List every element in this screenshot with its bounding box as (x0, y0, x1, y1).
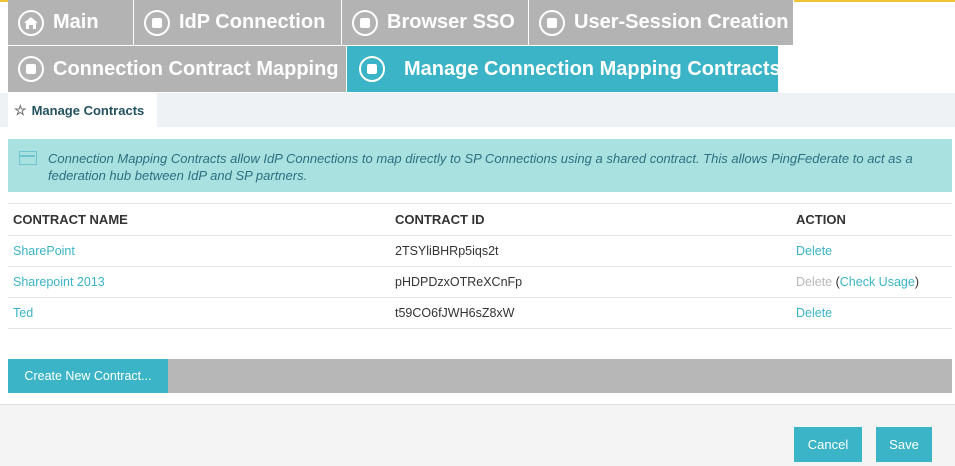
circle-square-icon (539, 9, 565, 36)
subtab-label: Manage Contracts (31, 102, 145, 118)
table-header-row: CONTRACT NAME CONTRACT ID ACTION (8, 203, 952, 236)
column-header-contract-id: CONTRACT ID (390, 203, 791, 236)
tab-label: Manage Connection Mapping Contracts (404, 57, 781, 80)
circle-square-icon (18, 56, 44, 82)
table-row: Sharepoint 2013 pHDPDzxOTReXCnFp Delete … (8, 266, 952, 298)
wizard-tabs-row-1: Main IdP Connection Browser SSO User-Ses… (8, 0, 794, 46)
tab-label: Connection Contract Mapping (53, 57, 339, 80)
save-button[interactable]: Save (876, 427, 932, 462)
tab-main[interactable]: Main (8, 0, 134, 46)
contract-id: t59CO6fJWH6sZ8xW (390, 297, 791, 329)
contracts-table: CONTRACT NAME CONTRACT ID ACTION SharePo… (8, 203, 952, 329)
tab-label: User-Session Creation (574, 11, 789, 33)
sub-navigation: ☆ Manage Contracts (0, 93, 955, 127)
table-row: Ted t59CO6fJWH6sZ8xW Delete (8, 297, 952, 329)
tab-manage-connection-mapping-contracts[interactable]: Manage Connection Mapping Contracts (347, 46, 781, 93)
contract-name-link[interactable]: Sharepoint 2013 (13, 275, 105, 289)
contract-name-link[interactable]: Ted (13, 306, 33, 320)
create-new-contract-button[interactable]: Create New Contract... (8, 359, 168, 393)
tab-connection-contract-mapping[interactable]: Connection Contract Mapping (8, 46, 347, 93)
tab-browser-sso[interactable]: Browser SSO (342, 0, 529, 46)
column-header-action: ACTION (791, 203, 952, 236)
cancel-button[interactable]: Cancel (794, 427, 862, 462)
star-icon: ☆ (14, 101, 27, 118)
tab-label: IdP Connection (179, 11, 326, 33)
circle-square-icon (352, 9, 378, 36)
footer-bar: Cancel Save (0, 404, 955, 466)
paren-close: ) (914, 275, 919, 289)
paren-open: ( (832, 275, 840, 289)
table-actions-bar: Create New Contract... (8, 359, 952, 393)
wizard-tabs-row-2: Connection Contract Mapping Manage Conne… (8, 46, 781, 93)
delete-link[interactable]: Delete (796, 306, 832, 320)
circle-square-icon (359, 56, 385, 82)
home-icon (18, 9, 44, 36)
tab-user-session-creation[interactable]: User-Session Creation (529, 0, 794, 46)
tab-idp-connection[interactable]: IdP Connection (134, 0, 342, 46)
tab-label: Browser SSO (387, 11, 515, 33)
contract-name-link[interactable]: SharePoint (13, 244, 75, 258)
column-header-contract-name: CONTRACT NAME (8, 203, 390, 236)
info-banner: Connection Mapping Contracts allow IdP C… (8, 139, 952, 192)
contract-id: 2TSYliBHRp5iqs2t (390, 235, 791, 267)
circle-square-icon (144, 9, 170, 36)
check-usage-link[interactable]: Check Usage (840, 275, 915, 289)
delete-link-disabled: Delete (796, 275, 833, 289)
table-row: SharePoint 2TSYliBHRp5iqs2t Delete (8, 235, 952, 267)
info-text: Connection Mapping Contracts allow IdP C… (48, 151, 913, 183)
subtab-manage-contracts[interactable]: ☆ Manage Contracts (8, 93, 157, 127)
info-icon (19, 151, 37, 165)
delete-link[interactable]: Delete (796, 244, 832, 258)
tab-label: Main (53, 11, 99, 33)
contract-id: pHDPDzxOTReXCnFp (390, 266, 791, 298)
